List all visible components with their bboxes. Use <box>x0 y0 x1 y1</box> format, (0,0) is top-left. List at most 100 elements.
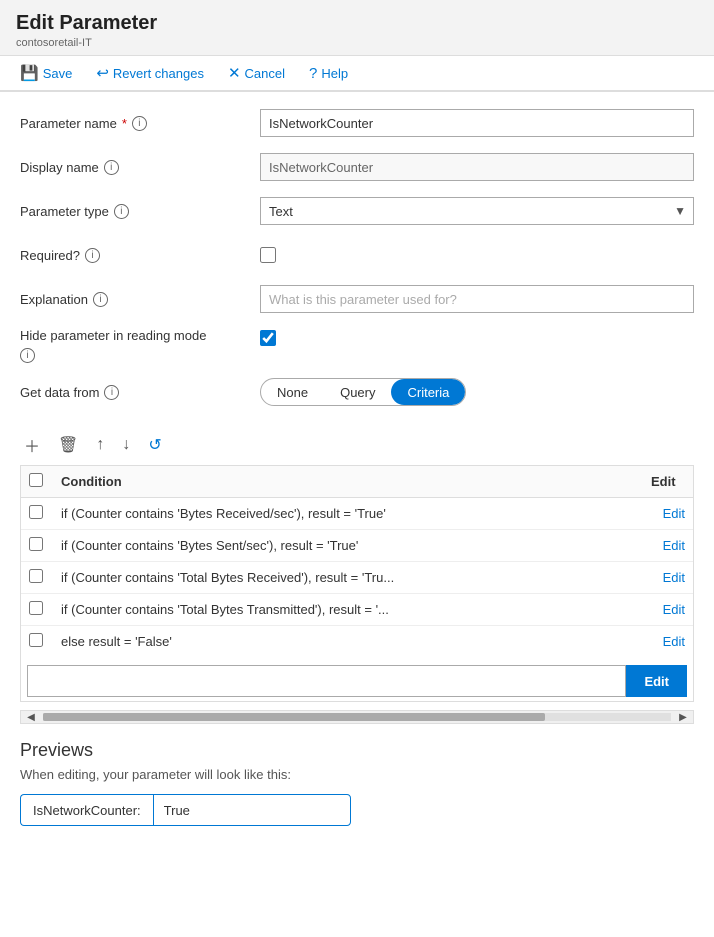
display-name-info-icon[interactable]: i <box>104 160 119 175</box>
row-checkbox-cell <box>21 626 53 658</box>
row-checkbox-cell <box>21 562 53 594</box>
edit-link-cell: Edit <box>643 530 693 562</box>
get-data-row: Get data from i None Query Criteria <box>20 377 694 407</box>
col-header-checkbox <box>21 466 53 498</box>
radio-criteria[interactable]: Criteria <box>391 379 465 405</box>
edit-condition-link[interactable]: Edit <box>663 634 685 649</box>
conditions-toolbar: ＋ 🗑 ↑ ↓ ↺ <box>22 423 694 465</box>
table-row: if (Counter contains 'Total Bytes Transm… <box>21 594 693 626</box>
edit-link-cell: Edit <box>643 594 693 626</box>
add-condition-button[interactable]: ＋ <box>22 431 42 459</box>
conditions-table-container: Condition Edit if (Counter contains 'Byt… <box>20 465 694 702</box>
explanation-input[interactable] <box>260 285 694 313</box>
edit-link-cell: Edit <box>643 562 693 594</box>
display-name-row: Display name i <box>20 152 694 182</box>
arrow-down-icon: ↓ <box>122 436 130 454</box>
col-header-edit: Edit <box>643 466 693 498</box>
main-content: Parameter name * i Display name i Parame… <box>0 92 714 842</box>
row-checkbox-cell <box>21 498 53 530</box>
radio-none[interactable]: None <box>261 379 324 405</box>
edit-link-cell: Edit <box>643 626 693 658</box>
required-row: Required? i <box>20 240 694 270</box>
condition-text: else result = 'False' <box>53 626 643 658</box>
plus-icon: ＋ <box>24 433 40 457</box>
condition-input-field[interactable] <box>27 665 626 697</box>
hide-param-row: Hide parameter in reading mode i <box>20 328 694 363</box>
required-checkbox[interactable] <box>260 247 276 263</box>
radio-query[interactable]: Query <box>324 379 391 405</box>
preview-label: IsNetworkCounter: <box>20 794 153 826</box>
parameter-type-label: Parameter type i <box>20 204 260 219</box>
input-edit-row: Edit <box>21 661 693 701</box>
breadcrumb: contosoretail-IT <box>0 37 714 55</box>
explanation-label: Explanation i <box>20 292 260 307</box>
refresh-button[interactable]: ↺ <box>146 433 163 457</box>
previews-section: Previews When editing, your parameter wi… <box>20 740 694 826</box>
preview-field-row: IsNetworkCounter: <box>20 794 694 826</box>
save-label: Save <box>43 66 73 81</box>
edit-button[interactable]: Edit <box>626 665 687 697</box>
explanation-row: Explanation i <box>20 284 694 314</box>
help-label: Help <box>321 66 348 81</box>
parameter-name-row: Parameter name * i <box>20 108 694 138</box>
trash-icon: 🗑 <box>58 435 78 455</box>
scroll-track <box>43 713 671 721</box>
row-checkbox[interactable] <box>29 569 43 583</box>
horizontal-scrollbar[interactable]: ◀ ▶ <box>20 710 694 724</box>
parameter-type-select-wrapper: Text Number Boolean Date ▼ <box>260 197 694 225</box>
page-title: Edit Parameter <box>0 4 714 37</box>
cancel-button[interactable]: ✕ Cancel <box>224 62 289 84</box>
delete-condition-button[interactable]: 🗑 <box>56 433 80 457</box>
required-star: * <box>122 116 127 131</box>
table-row: if (Counter contains 'Bytes Received/sec… <box>21 498 693 530</box>
edit-link-cell: Edit <box>643 498 693 530</box>
required-label: Required? i <box>20 248 260 263</box>
table-row: if (Counter contains 'Total Bytes Receiv… <box>21 562 693 594</box>
hide-param-info-icon[interactable]: i <box>20 348 35 363</box>
row-checkbox-cell <box>21 530 53 562</box>
edit-condition-link[interactable]: Edit <box>663 602 685 617</box>
hide-param-checkbox-wrapper <box>260 328 276 346</box>
select-all-checkbox[interactable] <box>29 473 43 487</box>
edit-condition-link[interactable]: Edit <box>663 570 685 585</box>
condition-text: if (Counter contains 'Bytes Sent/sec'), … <box>53 530 643 562</box>
revert-icon: ↩ <box>96 64 109 82</box>
required-checkbox-wrapper <box>260 247 276 263</box>
parameter-name-info-icon[interactable]: i <box>132 116 147 131</box>
parameter-type-row: Parameter type i Text Number Boolean Dat… <box>20 196 694 226</box>
scroll-left-arrow[interactable]: ◀ <box>21 710 41 724</box>
preview-value-input[interactable] <box>153 794 351 826</box>
scroll-thumb <box>43 713 545 721</box>
edit-condition-link[interactable]: Edit <box>663 538 685 553</box>
move-up-button[interactable]: ↑ <box>94 434 106 456</box>
required-info-icon[interactable]: i <box>85 248 100 263</box>
parameter-type-info-icon[interactable]: i <box>114 204 129 219</box>
row-checkbox[interactable] <box>29 601 43 615</box>
table-row: else result = 'False' Edit <box>21 626 693 658</box>
revert-label: Revert changes <box>113 66 204 81</box>
save-button[interactable]: 💾 Save <box>16 62 76 84</box>
help-button[interactable]: ? Help <box>305 63 352 84</box>
revert-button[interactable]: ↩ Revert changes <box>92 62 208 84</box>
refresh-icon: ↺ <box>148 435 161 455</box>
scroll-right-arrow[interactable]: ▶ <box>673 710 693 724</box>
row-checkbox[interactable] <box>29 633 43 647</box>
cancel-label: Cancel <box>245 66 285 81</box>
get-data-info-icon[interactable]: i <box>104 385 119 400</box>
conditions-table: Condition Edit if (Counter contains 'Byt… <box>21 466 693 657</box>
explanation-info-icon[interactable]: i <box>93 292 108 307</box>
parameter-name-input[interactable] <box>260 109 694 137</box>
parameter-type-select[interactable]: Text Number Boolean Date <box>260 197 694 225</box>
parameter-name-label: Parameter name * i <box>20 116 260 131</box>
table-row: if (Counter contains 'Bytes Sent/sec'), … <box>21 530 693 562</box>
hide-param-label: Hide parameter in reading mode i <box>20 328 260 363</box>
previews-description: When editing, your parameter will look l… <box>20 767 694 782</box>
cancel-icon: ✕ <box>228 64 241 82</box>
row-checkbox[interactable] <box>29 537 43 551</box>
hide-param-checkbox[interactable] <box>260 330 276 346</box>
move-down-button[interactable]: ↓ <box>120 434 132 456</box>
display-name-input[interactable] <box>260 153 694 181</box>
row-checkbox[interactable] <box>29 505 43 519</box>
edit-condition-link[interactable]: Edit <box>663 506 685 521</box>
condition-text: if (Counter contains 'Total Bytes Transm… <box>53 594 643 626</box>
